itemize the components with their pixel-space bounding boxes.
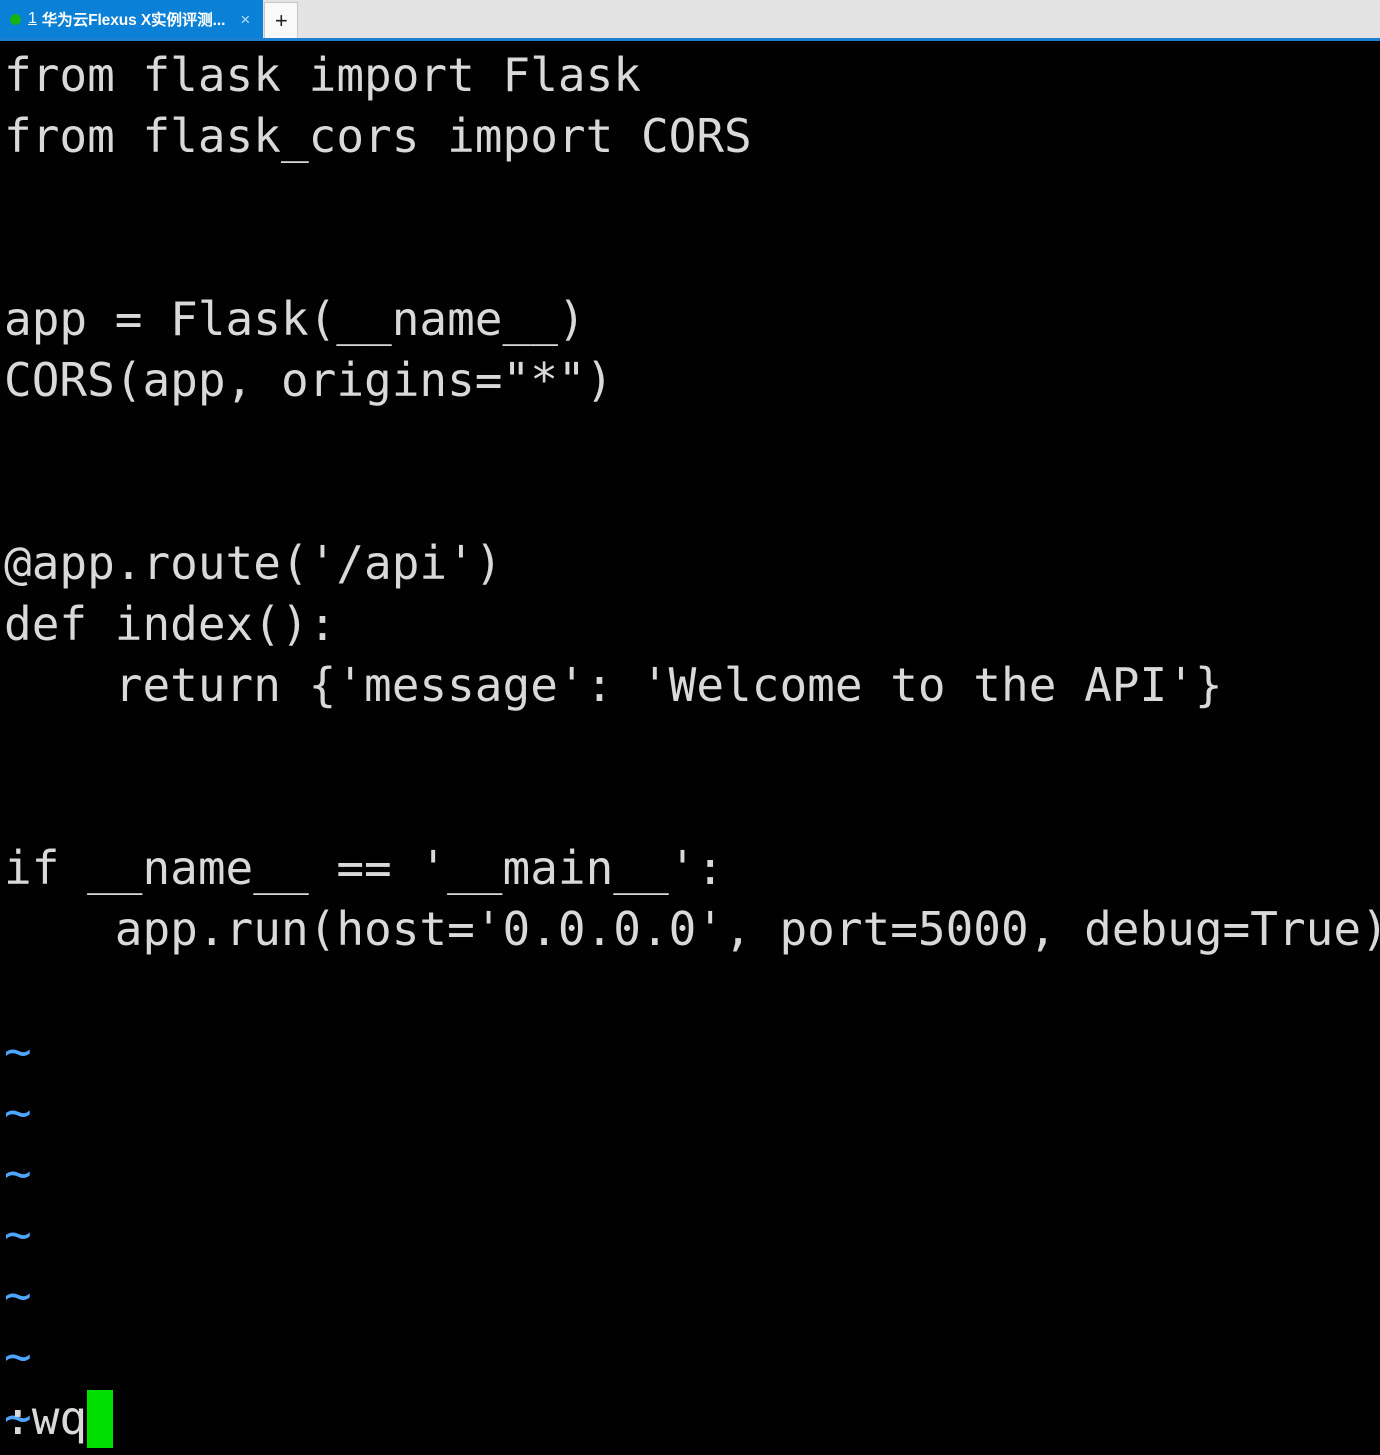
vim-empty-line-marker: ~ bbox=[4, 1146, 32, 1200]
vim-command-text: :wq bbox=[4, 1391, 88, 1445]
code-line: CORS(app, origins="*") bbox=[4, 353, 614, 407]
new-tab-button[interactable]: + bbox=[264, 2, 299, 38]
tab-bar: 1 华为云Flexus X实例评测... × + bbox=[0, 0, 1380, 41]
vim-empty-line-marker: ~ bbox=[4, 1085, 32, 1139]
vim-command-line[interactable]: :wq bbox=[4, 1388, 114, 1449]
code-line: def index(): bbox=[4, 597, 337, 651]
vim-empty-line-marker: ~ bbox=[4, 1024, 32, 1078]
code-line: from flask import Flask bbox=[4, 48, 641, 102]
code-line: return {'message': 'Welcome to the API'} bbox=[4, 658, 1223, 712]
vim-empty-line-marker: ~ bbox=[4, 1207, 32, 1261]
code-line: if __name__ == '__main__': bbox=[4, 841, 725, 895]
vim-empty-line-marker: ~ bbox=[4, 1390, 32, 1444]
tab-title-label: 华为云Flexus X实例评测... bbox=[41, 12, 226, 29]
vim-editor-buffer[interactable]: from flask import Flask from flask_cors … bbox=[0, 41, 1380, 1455]
tab-index-label: 1 bbox=[28, 10, 37, 27]
terminal-tab-active[interactable]: 1 华为云Flexus X实例评测... × bbox=[0, 0, 264, 38]
code-line: app.run(host='0.0.0.0', port=5000, debug… bbox=[4, 902, 1380, 956]
code-line: @app.route('/api') bbox=[4, 536, 503, 590]
code-line: app = Flask(__name__) bbox=[4, 292, 586, 346]
tab-status-dot-icon bbox=[10, 14, 21, 25]
code-line: from flask_cors import CORS bbox=[4, 109, 752, 163]
close-icon[interactable]: × bbox=[233, 7, 257, 31]
terminal-window: 1 华为云Flexus X实例评测... × + from flask impo… bbox=[0, 0, 1380, 1455]
vim-empty-line-marker: ~ bbox=[4, 1329, 32, 1383]
text-cursor bbox=[87, 1389, 114, 1448]
vim-empty-line-marker: ~ bbox=[4, 1268, 32, 1322]
terminal-viewport[interactable]: from flask import Flask from flask_cors … bbox=[0, 41, 1380, 1455]
